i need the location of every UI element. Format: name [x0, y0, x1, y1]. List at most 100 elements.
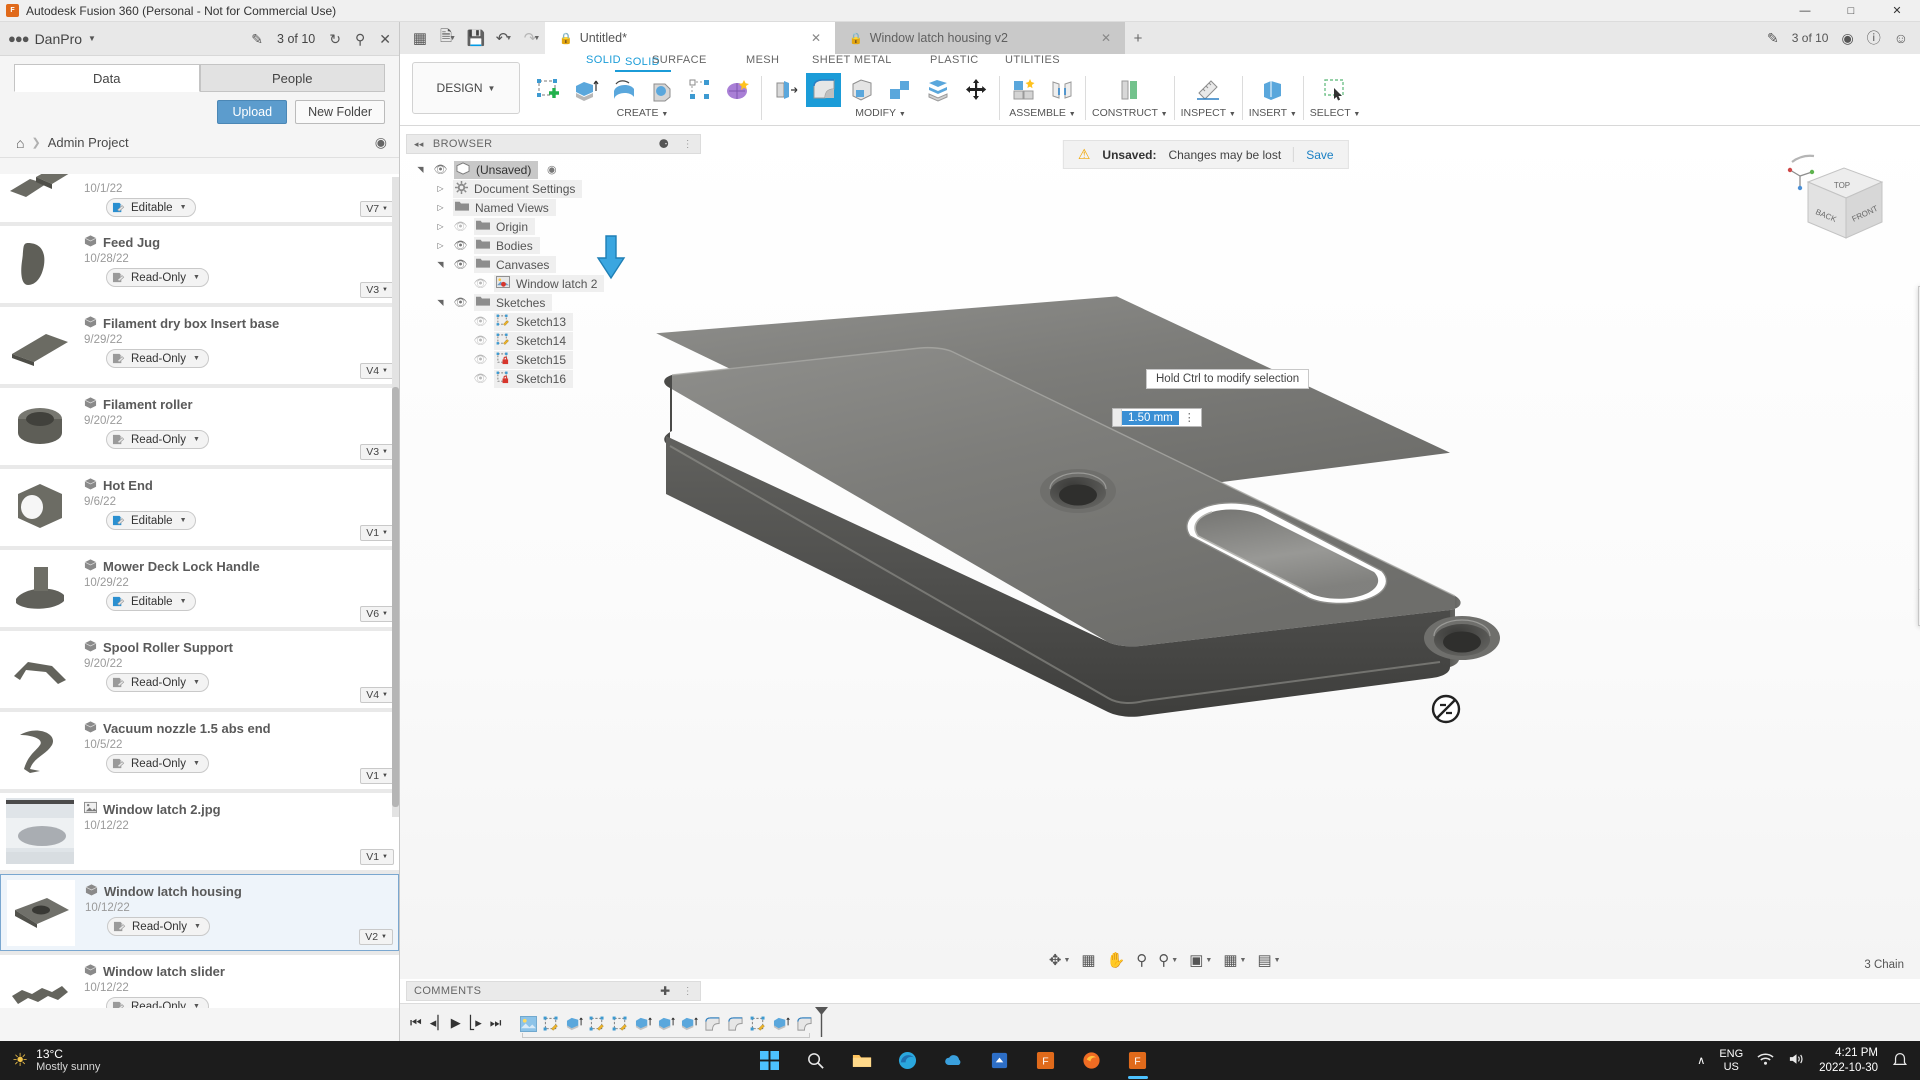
offset-face-icon[interactable] — [920, 73, 955, 107]
weather-widget[interactable]: ☀ 13°C Mostly sunny — [0, 1048, 210, 1074]
language-indicator[interactable]: ENG US — [1719, 1048, 1743, 1074]
resize-grip-icon[interactable]: ⋮ — [683, 139, 693, 150]
home-icon[interactable]: ⌂ — [16, 135, 24, 151]
shell-icon[interactable] — [844, 73, 879, 107]
ribbon-tab-label-mesh[interactable]: MESH — [746, 54, 779, 66]
extension-icon[interactable]: ◉ — [1841, 31, 1853, 45]
tree-twisty-icon[interactable]: ◥ — [434, 260, 447, 269]
file-permission-dropdown[interactable]: Editable▼ — [106, 592, 196, 611]
file-permission-dropdown[interactable]: Editable▼ — [106, 511, 196, 530]
file-row[interactable]: Window latch 2.jpg10/12/22V1▼ — [0, 793, 399, 870]
file-permission-dropdown[interactable]: Read-Only▼ — [107, 917, 210, 936]
hub-selector[interactable]: ●●● DanPro ▼ — [8, 31, 96, 47]
workspace-selector[interactable]: DESIGN ▼ — [412, 62, 520, 114]
extrude-icon[interactable] — [568, 73, 603, 107]
add-comment-icon[interactable]: ✚ — [660, 984, 670, 998]
onedrive-icon[interactable] — [933, 1041, 975, 1080]
edge-icon[interactable] — [887, 1041, 929, 1080]
visibility-off-icon[interactable]: 👁 — [473, 372, 488, 385]
volume-icon[interactable] — [1788, 1052, 1805, 1069]
offset-plane-icon[interactable] — [1112, 73, 1147, 107]
job-status-icon[interactable]: ✎ — [251, 32, 263, 46]
tree-twisty-icon[interactable]: ◥ — [434, 298, 447, 307]
display-grid-icon[interactable]: ▦ — [1078, 949, 1098, 971]
globe-icon[interactable]: ◉ — [375, 134, 387, 151]
close-tab-icon[interactable]: ✕ — [783, 31, 821, 45]
measure-icon[interactable] — [1191, 73, 1226, 107]
browser-node[interactable]: 👁Sketch16 — [406, 369, 701, 388]
dimension-value[interactable]: 1.50 mm — [1122, 411, 1179, 425]
revolve-icon[interactable] — [606, 73, 641, 107]
file-permission-dropdown[interactable]: Read-Only▼ — [106, 349, 209, 368]
file-version-badge[interactable]: V6▼ — [360, 606, 394, 622]
browser-node[interactable]: ◥👁Sketches — [406, 293, 701, 312]
zoom-icon[interactable]: ⚲ — [1133, 949, 1150, 971]
browser-node[interactable]: ◥👁(Unsaved)◉ — [406, 160, 701, 179]
file-row[interactable]: Feed Jug10/28/22Read-Only▼V3▼ — [0, 226, 399, 303]
file-list-scrollbar[interactable] — [392, 177, 399, 817]
file-explorer-icon[interactable] — [841, 1041, 883, 1080]
ribbon-group-label-construct[interactable]: CONSTRUCT ▼ — [1092, 107, 1168, 119]
search-icon[interactable] — [795, 1041, 837, 1080]
comments-panel-header[interactable]: COMMENTS ✚ ⋮ — [406, 981, 701, 1001]
browser-node-label[interactable]: Sketch14 — [494, 332, 573, 350]
account-icon[interactable]: ☺ — [1894, 31, 1908, 45]
file-row[interactable]: Hot End9/6/22Editable▼V1▼ — [0, 469, 399, 546]
pan-icon[interactable]: ✋ — [1104, 949, 1129, 971]
maximize-button[interactable]: □ — [1828, 0, 1874, 22]
browser-node-label[interactable]: Sketches — [474, 294, 552, 311]
go-to-start-icon[interactable]: ⏮ — [410, 1015, 422, 1031]
redo-icon[interactable]: ↷▼ — [519, 25, 545, 51]
browser-node-label[interactable]: Origin — [474, 218, 535, 235]
file-permission-dropdown[interactable]: Editable▼ — [106, 198, 196, 217]
grid-icon[interactable]: ▦ — [407, 25, 433, 51]
ribbon-group-label-modify[interactable]: MODIFY ▼ — [855, 107, 906, 119]
timeline-feature[interactable] — [702, 1013, 722, 1035]
firefox-icon[interactable] — [1071, 1041, 1113, 1080]
ribbon-tab-label-sheet-metal[interactable]: SHEET METAL — [812, 54, 892, 66]
collapse-left-icon[interactable]: ◂◂ — [414, 139, 424, 150]
file-row[interactable]: Vacuum nozzle 1.5 abs end10/5/22Read-Onl… — [0, 712, 399, 789]
new-file-icon[interactable]: 🗎▼ — [435, 25, 461, 51]
browser-node[interactable]: ◥👁Canvases — [406, 255, 701, 274]
save-link[interactable]: Save — [1306, 148, 1333, 162]
dimension-input[interactable]: 1.50 mm ⋮ — [1112, 408, 1202, 427]
ribbon-group-label-assemble[interactable]: ASSEMBLE ▼ — [1009, 107, 1075, 119]
browser-node[interactable]: ▷Document Settings — [406, 179, 701, 198]
file-version-badge[interactable]: V1▼ — [360, 525, 394, 541]
visibility-on-icon[interactable]: 👁 — [433, 163, 448, 176]
view-cube[interactable]: TOP BACK FRONT — [1778, 146, 1898, 256]
browser-node-label[interactable]: Window latch 2 — [494, 275, 604, 292]
close-tab-icon[interactable]: ✕ — [1073, 31, 1111, 45]
minimize-button[interactable]: — — [1782, 0, 1828, 22]
browser-node[interactable]: 👁Sketch13 — [406, 312, 701, 331]
timeline-marker[interactable] — [815, 1007, 826, 1040]
wifi-icon[interactable] — [1757, 1052, 1774, 1069]
browser-node[interactable]: 👁Sketch15 — [406, 350, 701, 369]
file-version-badge[interactable]: V4▼ — [360, 363, 394, 379]
document-tab-untitled[interactable]: 🔒 Untitled* ✕ — [545, 22, 835, 54]
ribbon-group-label-insert[interactable]: INSERT ▼ — [1249, 107, 1297, 119]
browser-node[interactable]: 👁Sketch14 — [406, 331, 701, 350]
orbit-icon[interactable]: ✥▼ — [1046, 949, 1074, 971]
upload-button[interactable]: Upload — [217, 100, 287, 124]
browser-node[interactable]: 👁Window latch 2 — [406, 274, 701, 293]
zoom-window-icon[interactable]: ⚲▼ — [1155, 949, 1181, 971]
insert-derive-icon[interactable] — [1255, 73, 1290, 107]
press-pull-icon[interactable] — [768, 73, 803, 107]
dimension-menu-icon[interactable]: ⋮ — [1179, 411, 1201, 424]
store-icon[interactable] — [979, 1041, 1021, 1080]
select-window-icon[interactable] — [1318, 73, 1353, 107]
step-back-icon[interactable]: ◂⎢ — [430, 1015, 443, 1031]
joint-icon[interactable] — [1044, 73, 1079, 107]
close-panel-icon[interactable]: ✕ — [379, 32, 391, 46]
file-row-selected[interactable]: Window latch housing10/12/22Read-Only▼V2… — [0, 874, 399, 951]
undo-icon[interactable]: ↶▼ — [491, 25, 517, 51]
close-button[interactable]: ✕ — [1874, 0, 1920, 22]
file-version-badge[interactable]: V1▼ — [360, 768, 394, 784]
refresh-icon[interactable]: ↻ — [329, 32, 341, 46]
file-version-badge[interactable]: V3▼ — [360, 444, 394, 460]
new-component-icon[interactable] — [1006, 73, 1041, 107]
viewports-icon[interactable]: ▤▼ — [1254, 949, 1283, 971]
display-settings-icon[interactable]: ▣▼ — [1186, 949, 1215, 971]
